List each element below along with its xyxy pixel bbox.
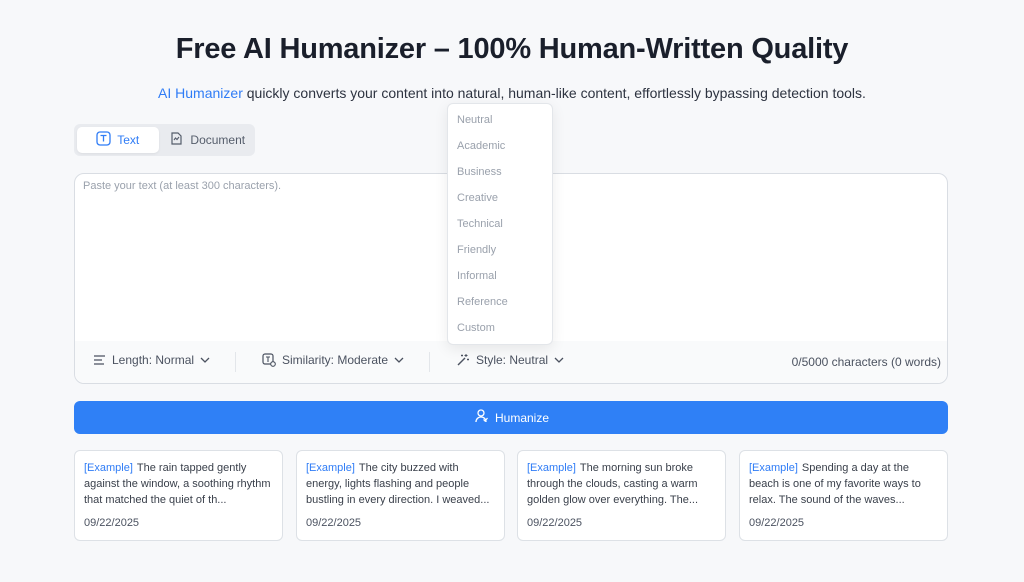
example-date: 09/22/2025 (306, 517, 362, 529)
example-card[interactable]: [Example] The rain tapped gently against … (74, 450, 283, 541)
toolbar-divider (429, 352, 430, 372)
style-option-custom[interactable]: Custom (448, 316, 552, 342)
length-label: Length: Normal (112, 353, 195, 367)
page-title: Free AI Humanizer – 100% Human-Written Q… (175, 33, 849, 65)
example-tag: [Example] (527, 462, 576, 474)
example-card[interactable]: [Example] The city buzzed with energy, li… (296, 450, 505, 541)
humanize-icon (473, 408, 489, 427)
example-date: 09/22/2025 (749, 517, 805, 529)
mode-tabs: Text Document (74, 124, 255, 156)
style-dropdown-menu: Neutral Academic Business Creative Techn… (447, 103, 553, 345)
style-label: Style: Neutral (476, 353, 549, 367)
chevron-down-icon (394, 357, 404, 363)
style-dropdown[interactable]: Style: Neutral (456, 353, 564, 367)
tab-text-label: Text (117, 133, 140, 147)
length-icon (93, 354, 106, 366)
chevron-down-icon (554, 357, 564, 363)
subtitle-text: quickly converts your content into natur… (246, 85, 866, 101)
example-date: 09/22/2025 (84, 517, 140, 529)
style-option-informal[interactable]: Informal (448, 264, 552, 290)
character-count: 0/5000 characters (0 words) (791, 355, 941, 369)
example-cards: [Example] The rain tapped gently against … (74, 450, 948, 541)
tab-document-label: Document (190, 133, 246, 147)
tab-text[interactable]: Text (77, 127, 159, 153)
example-tag: [Example] (749, 462, 798, 474)
example-tag: [Example] (84, 462, 133, 474)
style-option-friendly[interactable]: Friendly (448, 238, 552, 264)
ai-humanizer-link[interactable]: AI Humanizer (158, 85, 243, 101)
example-card[interactable]: [Example] The morning sun broke through t… (517, 450, 726, 541)
example-tag: [Example] (306, 462, 355, 474)
page-subtitle: AI Humanizer quickly converts your conte… (0, 85, 1024, 101)
chevron-down-icon (200, 357, 210, 363)
editor-toolbar: Length: Normal Similarity: Moderate Styl… (75, 341, 947, 383)
toolbar-divider (235, 352, 236, 372)
humanize-label: Humanize (494, 410, 550, 425)
style-option-technical[interactable]: Technical (448, 212, 552, 238)
style-option-business[interactable]: Business (448, 160, 552, 186)
similarity-dropdown[interactable]: Similarity: Moderate (262, 353, 404, 367)
text-mode-icon (96, 131, 111, 149)
example-card[interactable]: [Example] Spending a day at the beach is … (739, 450, 948, 541)
example-date: 09/22/2025 (527, 517, 583, 529)
style-option-creative[interactable]: Creative (448, 186, 552, 212)
magic-wand-icon (456, 353, 470, 367)
style-option-academic[interactable]: Academic (448, 134, 552, 160)
similarity-label: Similarity: Moderate (282, 353, 389, 367)
document-icon (169, 131, 184, 149)
style-option-neutral[interactable]: Neutral (448, 108, 552, 134)
tab-document[interactable]: Document (163, 127, 252, 153)
page: Free AI Humanizer – 100% Human-Written Q… (0, 0, 1024, 582)
humanize-button[interactable]: Humanize (74, 401, 948, 434)
length-dropdown[interactable]: Length: Normal (93, 353, 210, 367)
similarity-icon (262, 353, 276, 367)
style-option-reference[interactable]: Reference (448, 290, 552, 316)
